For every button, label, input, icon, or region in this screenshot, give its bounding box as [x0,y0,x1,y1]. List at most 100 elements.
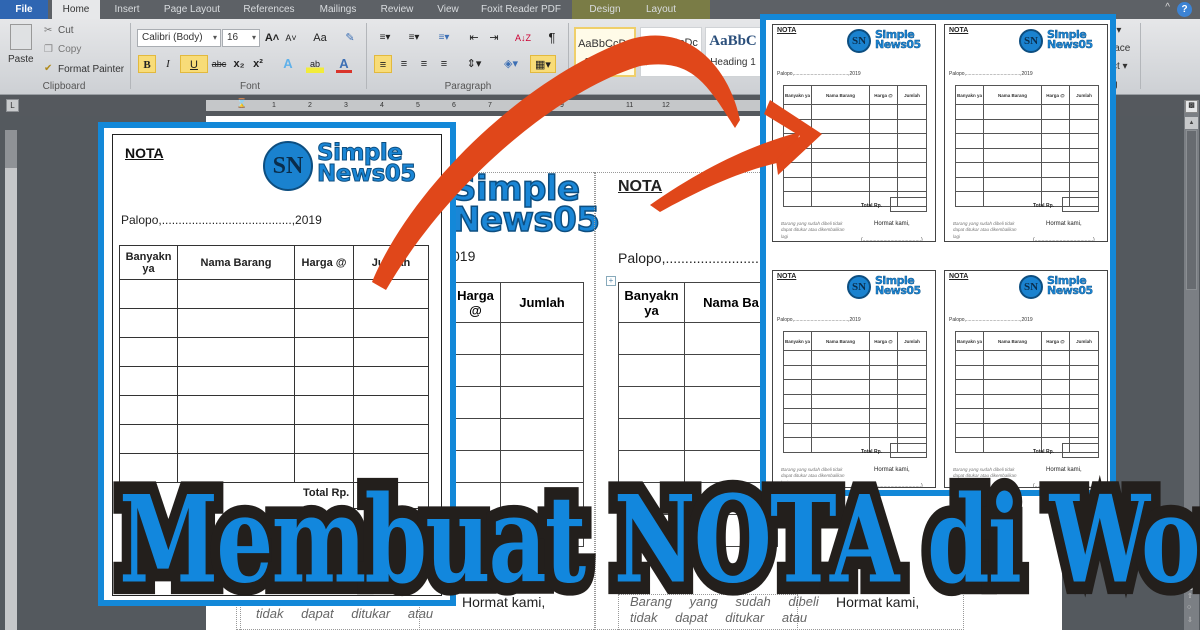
subscript-button[interactable]: x₂ [231,55,247,73]
table-row[interactable] [119,308,429,338]
table-row [783,379,927,395]
bullets-button[interactable]: ≡▾ [374,29,396,47]
minimize-ribbon-icon[interactable]: ^ [1165,2,1170,13]
style-heading-1[interactable]: AaBbC Heading 1 [705,27,761,77]
table-row [955,422,1099,438]
font-name-select[interactable]: Calibri (Body) ▾ [137,29,221,47]
cut-button[interactable]: Cut [58,25,74,36]
logo-mark-icon: SN [847,275,871,299]
ruler-tick: 5 [416,102,420,109]
paste-button[interactable]: Paste [8,54,34,65]
col-harga: Harga @ [1041,85,1070,105]
copy-button[interactable]: Copy [58,44,81,55]
tab-view[interactable]: View [428,0,468,19]
line-spacing-button[interactable]: ⇕▾ [462,55,486,73]
table-row[interactable] [119,424,429,454]
style-no-spacing[interactable]: AaBbCcDc ¶ No Spaci... [640,27,702,77]
font-size-select[interactable]: 16 ▾ [222,29,260,47]
vertical-ruler[interactable] [5,130,17,630]
nota-thumbnail: NOTA SN Simple News05 Palopo,...............… [944,24,1108,243]
tab-page-layout[interactable]: Page Layout [156,0,228,19]
table-row [783,118,927,134]
logo-text: Simple News05 [316,141,416,186]
logo-line-2: News05 [875,284,922,298]
style-normal[interactable]: AaBbCcDc ¶ Normal [574,27,636,77]
grow-font-button[interactable]: A˄ [264,29,280,47]
items-table: Banyakn ya Nama Barang Harga @ Jumlah [783,331,927,453]
sort-button[interactable]: A↓Z [512,29,534,47]
table-row [783,408,927,424]
tab-insert[interactable]: Insert [104,0,150,19]
multilevel-list-button[interactable]: ≡▾ [432,29,456,47]
highlight-button[interactable]: ab [306,55,324,73]
tab-foxit-reader-pdf[interactable]: Foxit Reader PDF [476,0,566,19]
table-row [783,133,927,149]
shrink-font-button[interactable]: A˅ [283,29,299,47]
note-text: Barang yang sudah dibeli tidak dapat dit… [953,221,1017,239]
tab-home[interactable]: Home [52,0,100,19]
table-row[interactable] [119,366,429,396]
shading-button[interactable]: ◈▾ [500,55,522,73]
align-right-button[interactable]: ≡ [416,55,432,73]
nota-title: NOTA [949,273,969,280]
align-left-button[interactable]: ≡ [374,55,392,73]
scrollbar-thumb[interactable] [1186,130,1197,290]
logo-text: Simple News05 [875,275,922,298]
tab-design[interactable]: Design [580,0,630,19]
view-ruler-icon[interactable]: ▩ [1185,100,1198,113]
table-row [955,393,1099,409]
date-line: Palopo,.................................… [949,317,1033,323]
increase-indent-button[interactable]: ⇥ [486,29,502,47]
table-move-handle-icon[interactable]: + [606,276,616,286]
table-row [955,364,1099,380]
font-color-button[interactable]: A [336,55,352,73]
strikethrough-button[interactable]: abc [210,55,228,73]
justify-button[interactable]: ≡ [436,55,452,73]
logo-mark-icon: SN [1019,275,1043,299]
borders-button[interactable]: ▦▾ [530,55,556,73]
table-row [955,350,1099,366]
scroll-up-button[interactable]: ▲ [1185,117,1198,129]
text-effects-button[interactable]: A [280,55,296,73]
nota-thumbnail: NOTA SN Simple News05 Palopo,...............… [772,270,936,489]
horizontal-ruler[interactable]: ⌛ 1 2 3 4 5 6 7 8 9 11 12 [206,98,766,111]
format-painter-button[interactable]: Format Painter [58,64,124,75]
bold-button[interactable]: B [138,55,156,73]
numbering-button[interactable]: ≡▾ [402,29,426,47]
tab-review[interactable]: Review [372,0,422,19]
group-divider [1140,23,1141,89]
total-label: Total Rp. [1033,449,1055,455]
tab-file[interactable]: File [0,0,48,19]
tab-mailings[interactable]: Mailings [310,0,366,19]
decrease-indent-button[interactable]: ⇤ [466,29,482,47]
table-row [955,408,1099,424]
col-jumlah: Jumlah [353,245,429,280]
tab-references[interactable]: References [234,0,304,19]
total-value-box [1062,197,1099,212]
table-row[interactable] [119,279,429,309]
help-icon[interactable]: ? [1177,2,1192,17]
table-row[interactable] [119,395,429,425]
table-row [783,104,927,120]
align-center-button[interactable]: ≡ [396,55,412,73]
clear-formatting-icon[interactable]: ✎ [342,29,358,47]
paste-icon[interactable] [10,24,32,50]
date-line: Palopo,.................................… [777,71,861,77]
indent-marker-icon[interactable]: ⌛ [236,98,247,109]
signature-line: (.......................................… [861,237,923,243]
col-banyaknya: Banyakn ya [955,331,984,351]
superscript-button[interactable]: x² [250,55,266,73]
italic-button[interactable]: I [160,55,176,73]
logo-text: Simple News05 [875,29,922,51]
next-page-icon[interactable]: ⇩ [1187,616,1193,624]
col-harga: Harga @ [450,282,501,323]
change-case-button[interactable]: Aa [308,29,332,47]
tab-selector-button[interactable]: L [6,99,19,112]
table-row[interactable] [119,337,429,367]
ruler-tick: 2 [308,102,312,109]
style-sample: AaBbCcDc [644,37,698,49]
tab-layout[interactable]: Layout [636,0,686,19]
show-hide-button[interactable]: ¶ [544,29,560,47]
underline-button[interactable]: U [180,55,208,73]
nota-thumbnails-frame: NOTA SN Simple News05 Palopo,...............… [760,14,1116,496]
